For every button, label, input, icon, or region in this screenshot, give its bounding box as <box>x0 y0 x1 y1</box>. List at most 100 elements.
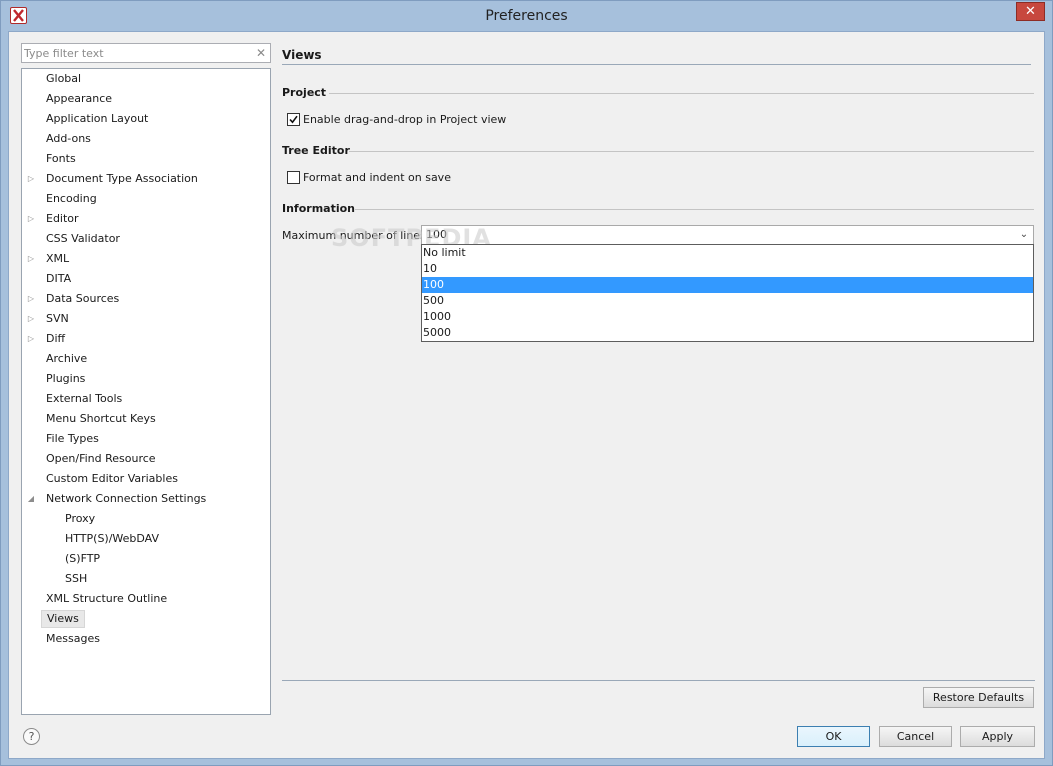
dropdown-option[interactable]: 5000 <box>422 325 1033 341</box>
tree-item[interactable]: Custom Editor Variables <box>22 470 270 488</box>
tree-item-label: Fonts <box>46 152 76 165</box>
tree-item[interactable]: Plugins <box>22 370 270 388</box>
dropdown-option[interactable]: 100 <box>422 277 1033 293</box>
tree-item[interactable]: CSS Validator <box>22 230 270 248</box>
cancel-button[interactable]: Cancel <box>879 726 952 747</box>
apply-button[interactable]: Apply <box>960 726 1035 747</box>
tree-item[interactable]: Proxy <box>22 510 270 528</box>
information-group-title: Information <box>282 202 355 215</box>
tree-editor-group-divider <box>349 151 1034 152</box>
tree-item[interactable]: File Types <box>22 430 270 448</box>
check-icon <box>289 115 298 124</box>
page-title: Views <box>282 48 322 62</box>
tree-item-label: Open/Find Resource <box>46 452 156 465</box>
tree-item[interactable]: Add-ons <box>22 130 270 148</box>
tree-item[interactable]: DITA <box>22 270 270 288</box>
dropdown-option[interactable]: No limit <box>422 245 1033 261</box>
chevron-down-icon[interactable]: ⌄ <box>1018 228 1030 242</box>
max-lines-select[interactable]: 100 ⌄ <box>421 225 1034 245</box>
filter-box[interactable]: ✕ <box>21 43 271 63</box>
tree-item[interactable]: HTTP(S)/WebDAV <box>22 530 270 548</box>
tree-item[interactable]: SSH <box>22 570 270 588</box>
triangle-right-icon[interactable]: ▷ <box>26 290 36 308</box>
tree-item-label: (S)FTP <box>65 552 101 565</box>
preferences-tree[interactable]: Global Appearance Application Layout Add-on… <box>21 68 271 715</box>
tree-item-label: Plugins <box>46 372 86 385</box>
title-divider <box>282 64 1031 65</box>
triangle-down-icon[interactable]: ◢ <box>26 490 36 508</box>
tree-item[interactable]: Menu Shortcut Keys <box>22 410 270 428</box>
triangle-right-icon[interactable]: ▷ <box>26 330 36 348</box>
tree-item[interactable]: ▷ Document Type Association <box>22 170 270 188</box>
tree-item[interactable]: Encoding <box>22 190 270 208</box>
tree-item[interactable]: Messages <box>22 630 270 648</box>
tree-item-label: Appearance <box>46 92 113 105</box>
clear-icon[interactable]: ✕ <box>254 45 268 61</box>
dnd-label[interactable]: Enable drag-and-drop in Project view <box>303 113 506 126</box>
tree-item-label: Views <box>41 610 85 628</box>
information-group-divider <box>355 209 1034 210</box>
tree-item[interactable]: ▷ Diff <box>22 330 270 348</box>
title-bar[interactable]: Preferences ✕ <box>1 1 1052 31</box>
tree-item[interactable]: Archive <box>22 350 270 368</box>
dialog-body: ✕ Global Appearance Application Layout Add-… <box>8 31 1045 759</box>
tree-item[interactable]: Fonts <box>22 150 270 168</box>
tree-item[interactable]: ▷ SVN <box>22 310 270 328</box>
dnd-checkbox[interactable] <box>287 113 300 126</box>
max-lines-dropdown[interactable]: No limit 10 100 500 1000 5000 <box>421 244 1034 342</box>
tree-item[interactable]: Global <box>22 70 270 88</box>
help-icon[interactable]: ? <box>23 728 40 745</box>
close-icon: ✕ <box>1025 4 1036 19</box>
tree-item[interactable]: ▷ Editor <box>22 210 270 228</box>
tree-item-label: External Tools <box>46 392 123 405</box>
tree-item-label: Menu Shortcut Keys <box>46 412 156 425</box>
tree-item[interactable]: ▷ Data Sources <box>22 290 270 308</box>
tree-item-label: Custom Editor Variables <box>46 472 178 485</box>
tree-item-label: Application Layout <box>46 112 149 125</box>
project-group-divider <box>329 93 1034 94</box>
max-lines-value: 100 <box>426 228 447 241</box>
tree-item[interactable]: (S)FTP <box>22 550 270 568</box>
tree-item[interactable]: External Tools <box>22 390 270 408</box>
triangle-right-icon[interactable]: ▷ <box>26 170 36 188</box>
tree-item[interactable]: ▷ XML <box>22 250 270 268</box>
tree-item-label: File Types <box>46 432 99 445</box>
tree-item[interactable]: XML Structure Outline <box>22 590 270 608</box>
dropdown-option[interactable]: 10 <box>422 261 1033 277</box>
tree-item-label: Document Type Association <box>46 172 198 185</box>
tree-item-label: Proxy <box>65 512 96 525</box>
window-title: Preferences <box>485 8 568 24</box>
restore-defaults-button[interactable]: Restore Defaults <box>923 687 1034 708</box>
triangle-right-icon[interactable]: ▷ <box>26 310 36 328</box>
filter-input[interactable] <box>24 45 250 61</box>
tree-item-label: SVN <box>46 312 69 325</box>
preferences-window: Preferences ✕ ✕ Global Appearance Applicat… <box>0 0 1053 766</box>
triangle-right-icon[interactable]: ▷ <box>26 250 36 268</box>
tree-item-label: Messages <box>46 632 100 645</box>
tree-item-label: Global <box>46 72 82 85</box>
tree-item-label: HTTP(S)/WebDAV <box>65 532 160 545</box>
tree-item[interactable]: Views <box>22 610 270 628</box>
tree-item-label: XML Structure Outline <box>46 592 168 605</box>
tree-item-label: Data Sources <box>46 292 120 305</box>
ok-button[interactable]: OK <box>797 726 870 747</box>
project-group-title: Project <box>282 86 327 99</box>
tree-item-label: Archive <box>46 352 88 365</box>
dropdown-option[interactable]: 500 <box>422 293 1033 309</box>
format-label[interactable]: Format and indent on save <box>303 171 451 184</box>
tree-editor-group-title: Tree Editor <box>282 144 350 157</box>
tree-item-label: Encoding <box>46 192 97 205</box>
triangle-right-icon[interactable]: ▷ <box>26 210 36 228</box>
tree-item-label: DITA <box>46 272 72 285</box>
bottom-divider <box>282 680 1035 681</box>
close-button[interactable]: ✕ <box>1016 2 1045 21</box>
tree-item[interactable]: Open/Find Resource <box>22 450 270 468</box>
dropdown-option[interactable]: 1000 <box>422 309 1033 325</box>
tree-item-label: Diff <box>46 332 66 345</box>
tree-item[interactable]: Appearance <box>22 90 270 108</box>
tree-item[interactable]: Application Layout <box>22 110 270 128</box>
tree-item[interactable]: ◢ Network Connection Settings <box>22 490 270 508</box>
tree-item-label: Editor <box>46 212 79 225</box>
tree-item-label: Network Connection Settings <box>46 492 207 505</box>
format-checkbox[interactable] <box>287 171 300 184</box>
